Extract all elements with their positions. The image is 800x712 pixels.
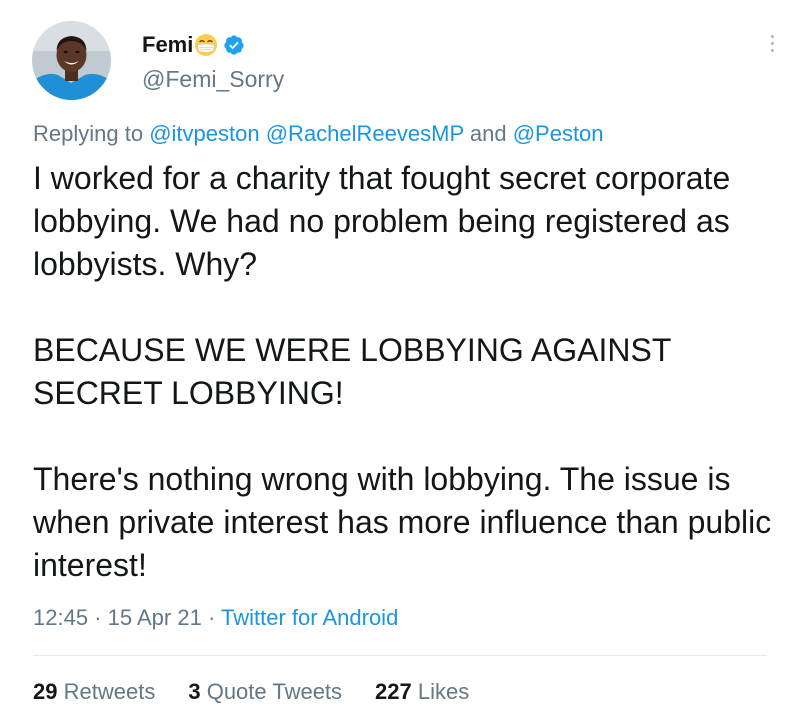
mention-link[interactable]: @RachelReevesMP <box>266 121 464 146</box>
retweets-label: Retweets <box>63 679 156 704</box>
more-vertical-icon[interactable] <box>760 28 784 58</box>
mention-link[interactable]: @Peston <box>513 121 604 146</box>
reply-context: Replying to @itvpeston @RachelReevesMP a… <box>33 121 604 147</box>
meta-separator: · <box>94 605 102 630</box>
replying-prefix: Replying to <box>33 121 144 146</box>
verified-badge-icon <box>223 34 245 56</box>
tweet-card: Femi @Femi_Sorry Replying to @itvpeston … <box>0 0 800 712</box>
face-with-medical-mask-icon <box>194 33 218 57</box>
replying-joiner: and <box>469 121 507 146</box>
tweet-date[interactable]: 15 Apr 21 <box>108 605 202 630</box>
tweet-paragraph: I worked for a charity that fought secre… <box>33 160 731 282</box>
quotes-count: 3 <box>188 679 201 704</box>
mention-link[interactable]: @itvpeston <box>149 121 259 146</box>
divider <box>33 655 767 656</box>
display-name[interactable]: Femi <box>142 32 193 58</box>
tweet-body: I worked for a charity that fought secre… <box>33 157 778 587</box>
author-handle[interactable]: @Femi_Sorry <box>142 66 284 93</box>
likes-label: Likes <box>417 679 470 704</box>
tweet-paragraph: BECAUSE WE WERE LOBBYING AGAINST SECRET … <box>33 332 671 411</box>
tweet-paragraph: There's nothing wrong with lobbying. The… <box>33 461 772 583</box>
tweet-time[interactable]: 12:45 <box>33 605 88 630</box>
tweet-meta: 12:45 · 15 Apr 21 · Twitter for Android <box>33 605 398 631</box>
retweets-stat[interactable]: 29 Retweets <box>33 679 155 705</box>
avatar[interactable] <box>32 21 111 100</box>
quotes-label: Quote Tweets <box>206 679 343 704</box>
likes-stat[interactable]: 227 Likes <box>375 679 469 705</box>
meta-separator: · <box>207 605 216 630</box>
author-name-row[interactable]: Femi <box>142 30 245 60</box>
tweet-source-link[interactable]: Twitter for Android <box>221 605 398 630</box>
quote-tweets-stat[interactable]: 3 Quote Tweets <box>188 679 342 705</box>
likes-count: 227 <box>375 679 412 704</box>
tweet-stats: 29 Retweets 3 Quote Tweets 227 Likes <box>33 679 502 705</box>
retweets-count: 29 <box>33 679 58 704</box>
